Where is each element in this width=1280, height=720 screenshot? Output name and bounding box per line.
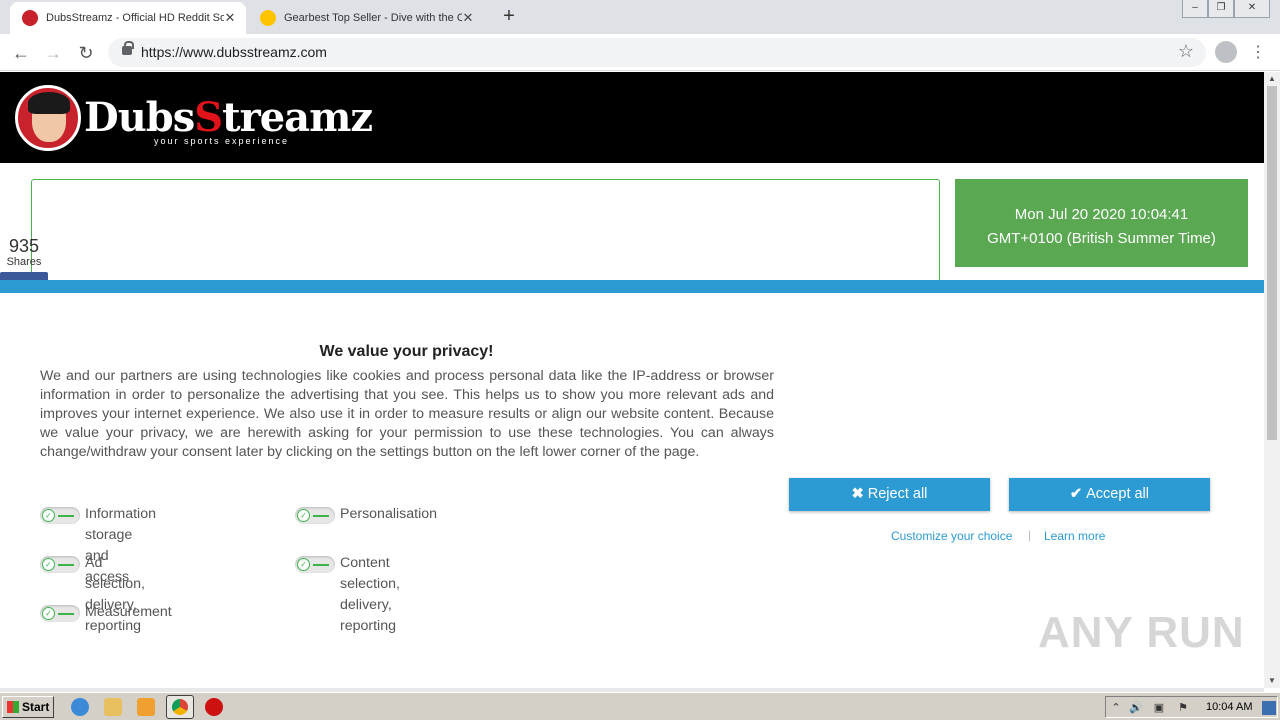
close-tab-icon[interactable]: ✕ (222, 10, 238, 26)
consent-title: We value your privacy! (319, 343, 494, 360)
logo-main: Dubs (84, 94, 195, 141)
windows-flag-icon (7, 701, 19, 713)
volume-icon[interactable]: 🔊 (1129, 701, 1143, 715)
customize-choice-link[interactable]: Customize your choice (891, 529, 1012, 543)
purpose-toggle[interactable]: ✓ (295, 556, 335, 573)
purpose-label-line1: Measurement (85, 604, 172, 620)
share-label: Shares (6, 256, 42, 268)
purpose-toggle[interactable]: ✓ (295, 507, 335, 524)
purpose-label: Ad selection, delivery, reporting (85, 553, 145, 637)
check-icon: ✓ (297, 509, 310, 522)
restore-window-button[interactable]: ❐ (1208, 0, 1234, 18)
chrome-menu-icon[interactable]: ⋮ (1250, 42, 1266, 62)
tab-title: DubsStreamz - Official HD Reddit So (46, 12, 224, 24)
site-logo-text[interactable]: DubsStreamz (84, 94, 373, 141)
forward-arrow-icon[interactable]: → (41, 41, 65, 65)
consent-body: We and our partners are using technologi… (40, 368, 774, 460)
purpose-toggle[interactable]: ✓ (40, 605, 80, 622)
content-box (31, 179, 940, 289)
tab-gearbest[interactable]: Gearbest Top Seller - Dive with the C ✕ (248, 2, 484, 34)
anyrun-watermark: ANY RUN (1038, 608, 1245, 657)
purpose-label-line1: Personalisation (340, 506, 438, 522)
show-desktop-icon[interactable] (1262, 701, 1276, 715)
accept-all-button[interactable]: ✔ Accept all (1009, 478, 1210, 511)
back-arrow-icon[interactable]: ← (9, 41, 33, 65)
check-icon: ✓ (42, 558, 55, 571)
purpose-label: Measurement (85, 602, 172, 623)
purpose-label: Content selection, delivery, reporting (340, 553, 400, 637)
scroll-up-arrow-icon[interactable]: ▲ (1264, 74, 1280, 83)
tray-expand-icon[interactable]: ⌃ (1109, 701, 1123, 715)
checkmark-icon: ✔ (1069, 486, 1083, 502)
new-tab-button[interactable]: + (498, 5, 520, 27)
logo-rest: treamz (222, 94, 373, 141)
tab-title: Gearbest Top Seller - Dive with the C (284, 12, 462, 24)
page-viewport: DubsStreamz your sports experience Mon J… (0, 72, 1264, 688)
scrollbar-thumb[interactable] (1267, 86, 1277, 440)
tab-strip: DubsStreamz - Official HD Reddit So ✕ Ge… (0, 0, 1280, 34)
close-window-button[interactable]: ✕ (1234, 0, 1270, 18)
reject-all-button[interactable]: ✖ Reject all (789, 478, 990, 511)
lock-icon (122, 41, 134, 55)
minimize-window-button[interactable]: – (1182, 0, 1208, 18)
chrome-icon (172, 699, 188, 715)
vertical-scrollbar[interactable]: ▲ ▼ (1264, 72, 1280, 688)
reload-icon[interactable]: ↻ (74, 41, 98, 65)
check-icon: ✓ (42, 607, 55, 620)
purpose-label-line1: Content selection, delivery, (340, 555, 400, 613)
site-header: DubsStreamz your sports experience (0, 72, 1264, 163)
purpose-label-line2: reporting (340, 618, 396, 634)
chrome-taskbar-button[interactable] (166, 695, 194, 719)
media-player-icon[interactable] (137, 698, 155, 716)
check-icon: ✓ (42, 509, 55, 522)
clock-box: Mon Jul 20 2020 10:04:41 GMT+0100 (Briti… (955, 179, 1248, 267)
purpose-toggle[interactable]: ✓ (40, 507, 80, 524)
start-button[interactable]: Start (2, 696, 54, 718)
scroll-down-arrow-icon[interactable]: ▼ (1264, 676, 1280, 685)
purpose-label: Personalisation (340, 504, 437, 525)
purpose-toggle[interactable]: ✓ (40, 556, 80, 573)
internet-explorer-icon[interactable] (71, 698, 89, 716)
logo-accent: S (194, 94, 223, 141)
learn-more-link[interactable]: Learn more (1044, 529, 1105, 543)
logo-avatar[interactable] (15, 85, 81, 151)
link-separator: | (1028, 528, 1032, 542)
site-tagline: your sports experience (154, 136, 290, 146)
start-label: Start (22, 700, 50, 714)
dubsstreamz-favicon-icon (22, 10, 38, 26)
security-alert-icon[interactable] (205, 698, 223, 716)
bookmark-star-icon[interactable]: ☆ (1178, 41, 1194, 62)
file-explorer-icon[interactable] (104, 698, 122, 716)
url-text: https://www.dubsstreamz.com (141, 44, 327, 60)
network-icon[interactable]: ▣ (1152, 701, 1166, 715)
system-tray: ⌃ 🔊 ▣ ⚑ 10:04 AM (1105, 696, 1278, 718)
close-tab-icon[interactable]: ✕ (460, 10, 476, 26)
clock-line-1: Mon Jul 20 2020 10:04:41 (1014, 206, 1189, 223)
clock-line-2: GMT+0100 (British Summer Time) (987, 230, 1216, 247)
gearbest-favicon-icon (260, 10, 276, 26)
address-bar[interactable]: https://www.dubsstreamz.com ☆ (108, 38, 1206, 67)
check-icon: ✓ (297, 558, 310, 571)
x-icon: ✖ (851, 486, 864, 502)
tab-dubsstreamz[interactable]: DubsStreamz - Official HD Reddit So ✕ (10, 2, 246, 34)
tray-clock[interactable]: 10:04 AM (1206, 701, 1252, 713)
profile-avatar-icon[interactable] (1215, 41, 1237, 63)
browser-toolbar: ← → ↻ https://www.dubsstreamz.com ☆ (0, 34, 1280, 71)
action-center-flag-icon[interactable]: ⚑ (1176, 701, 1190, 715)
taskbar: Start ⌃ 🔊 ▣ ⚑ 10:04 AM (0, 692, 1280, 720)
avatar-hair (28, 92, 70, 114)
share-count: 935 (8, 236, 40, 256)
accept-all-label: Accept all (1086, 486, 1150, 502)
reject-all-label: Reject all (867, 486, 928, 502)
